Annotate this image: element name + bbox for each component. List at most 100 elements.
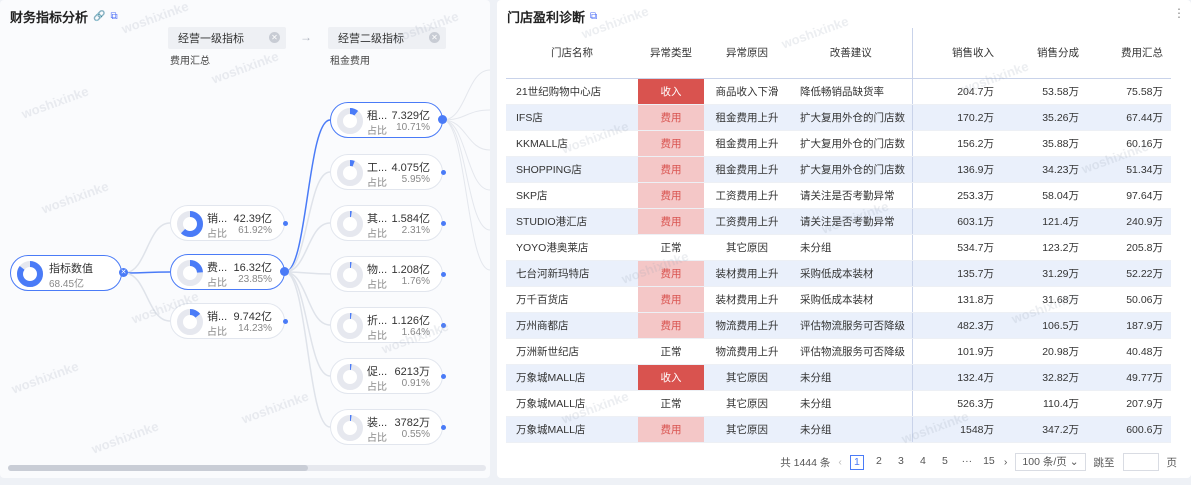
- node-ratio: 23.85%: [238, 274, 272, 285]
- table-row[interactable]: 万千百货店 费用 装材费用上升 采购低成本装材 131.8万 31.68万 50.06万: [506, 286, 1171, 313]
- indicator-node[interactable]: 物... 占比 1.208亿 1.76%: [330, 256, 443, 292]
- node-ratio-label: 占比: [367, 126, 387, 137]
- expand-dot[interactable]: [441, 170, 446, 175]
- tree-link: [123, 272, 171, 322]
- donut-ring: [17, 261, 43, 287]
- horizontal-scrollbar[interactable]: [8, 465, 486, 471]
- jump-page-input[interactable]: [1122, 453, 1159, 471]
- collapse-icon[interactable]: ✕: [119, 268, 128, 277]
- suggestion-cell: 未分组: [790, 416, 913, 443]
- sales-share-cell: 20.98万: [1002, 338, 1087, 365]
- collapse-icon[interactable]: [438, 115, 447, 124]
- prev-page-icon[interactable]: ‹: [838, 456, 842, 468]
- page-number[interactable]: 2: [872, 455, 886, 470]
- table-row[interactable]: SHOPPING店 费用 租金费用上升 扩大复用外仓的门店数 136.9万 34.23万 5…: [506, 156, 1171, 183]
- indicator-node[interactable]: 折... 占比 1.126亿 1.64%: [330, 307, 443, 343]
- node-value: 1.208亿: [391, 264, 430, 276]
- table-row[interactable]: 万洲新世纪店 正常 物流费用上升 评估物流服务可否降级 101.9万 20.98万 40.4…: [506, 338, 1171, 365]
- col-header[interactable]: 异常类型: [638, 28, 704, 79]
- node-ratio: 1.64%: [401, 327, 430, 338]
- table-row[interactable]: 七台河新玛特店 费用 装材费用上升 采购低成本装材 135.7万 31.29万 52.22万: [506, 260, 1171, 287]
- root-node[interactable]: 指标数值 68.45亿: [10, 255, 122, 291]
- indicator-node[interactable]: 装... 占比 3782万 0.55%: [330, 409, 443, 445]
- col-header[interactable]: 门店名称: [506, 28, 638, 79]
- pagination: 共 1444 条 ‹ 1 2 3 4 5 ··· 15 › 100 条/页 ⌄ 跳至 页: [780, 453, 1177, 471]
- indicator-node[interactable]: 费... 占比 16.32亿 23.85%: [170, 254, 285, 290]
- node-name: 促...: [367, 366, 388, 378]
- anomaly-reason-cell: 装材费用上升: [704, 286, 790, 313]
- table-row[interactable]: 21世纪购物中心店 收入 商品收入下滑 降低畅销品缺货率 204.7万 53.58万 75.…: [506, 78, 1171, 105]
- node-ratio-label: 占比: [367, 382, 387, 393]
- expand-dot[interactable]: [441, 221, 446, 226]
- expand-dot[interactable]: [441, 272, 446, 277]
- node-ratio: 0.91%: [401, 378, 430, 389]
- anomaly-type-cell: 费用: [638, 104, 704, 131]
- store-name-cell: 万象城MALL店: [506, 390, 638, 417]
- sales-revenue-cell: 603.1万: [912, 208, 1002, 235]
- node-value: 1.126亿: [391, 315, 430, 327]
- table-row[interactable]: 万象城MALL店 正常 其它原因 未分组 526.3万 110.4万 207.9万: [506, 390, 1171, 417]
- page-size-select[interactable]: 100 条/页 ⌄: [1015, 453, 1086, 471]
- suggestion-cell: 未分组: [790, 234, 913, 261]
- expand-dot[interactable]: [441, 323, 446, 328]
- donut-ring: [337, 211, 363, 237]
- expand-dot[interactable]: [441, 374, 446, 379]
- node-name: 其...: [367, 213, 388, 225]
- page-number[interactable]: ···: [960, 455, 974, 470]
- page-number[interactable]: 15: [982, 455, 996, 470]
- scrollbar-thumb[interactable]: [8, 465, 308, 471]
- anomaly-reason-cell: 其它原因: [704, 390, 790, 417]
- anomaly-type-cell: 费用: [638, 156, 704, 183]
- node-name: 销...: [207, 213, 228, 225]
- expense-total-cell: 205.8万: [1087, 234, 1171, 261]
- table-row[interactable]: 万州商都店 费用 物流费用上升 评估物流服务可否降级 482.3万 106.5万 187.9…: [506, 312, 1171, 339]
- store-name-cell: 21世纪购物中心店: [506, 78, 638, 105]
- indicator-node[interactable]: 销... 占比 42.39亿 61.92%: [170, 205, 285, 241]
- anomaly-type-cell: 费用: [638, 260, 704, 287]
- node-value: 6213万: [394, 366, 430, 378]
- node-ratio-label: 占比: [207, 327, 227, 338]
- page-number[interactable]: 3: [894, 455, 908, 470]
- page-number[interactable]: 4: [916, 455, 930, 470]
- node-ratio-label: 占比: [367, 433, 387, 444]
- anomaly-type-cell: 费用: [638, 286, 704, 313]
- anomaly-type-cell: 正常: [638, 338, 704, 365]
- indicator-node[interactable]: 其... 占比 1.584亿 2.31%: [330, 205, 443, 241]
- table-row[interactable]: IFS店 费用 租金费用上升 扩大复用外仓的门店数 170.2万 35.26万 67.44万: [506, 104, 1171, 131]
- sales-share-cell: 32.82万: [1002, 364, 1087, 391]
- page-number[interactable]: 1: [849, 454, 864, 470]
- expense-total-cell: 60.16万: [1087, 130, 1171, 157]
- anomaly-type-cell: 收入: [638, 364, 704, 391]
- collapse-icon[interactable]: [280, 267, 289, 276]
- col-header[interactable]: 改善建议: [790, 28, 913, 79]
- col-header[interactable]: 异常原因: [704, 28, 790, 79]
- indicator-node[interactable]: 租... 占比 7.329亿 10.71%: [330, 102, 443, 138]
- node-name: 指标数值: [49, 263, 93, 275]
- indicator-node[interactable]: 工... 占比 4.075亿 5.95%: [330, 154, 443, 190]
- next-page-icon[interactable]: ›: [1004, 456, 1008, 468]
- node-ratio-label: 占比: [367, 331, 387, 342]
- table-row[interactable]: STUDIO港汇店 费用 工资费用上升 请关注是否考勤异常 603.1万 121.4万 24…: [506, 208, 1171, 235]
- donut-ring: [337, 313, 363, 339]
- indicator-node[interactable]: 销... 占比 9.742亿 14.23%: [170, 303, 285, 339]
- expand-dot[interactable]: [441, 425, 446, 430]
- page-number[interactable]: 5: [938, 455, 952, 470]
- table-row[interactable]: 万象城MALL店 收入 其它原因 未分组 132.4万 32.82万 49.77万: [506, 364, 1171, 391]
- sales-revenue-cell: 253.3万: [912, 182, 1002, 209]
- indicator-node[interactable]: 促... 占比 6213万 0.91%: [330, 358, 443, 394]
- expense-total-cell: 187.9万: [1087, 312, 1171, 339]
- expand-dot[interactable]: [283, 319, 288, 324]
- expand-dot[interactable]: [283, 221, 288, 226]
- sales-share-cell: 31.29万: [1002, 260, 1087, 287]
- table-row[interactable]: KKMALL店 费用 租金费用上升 扩大复用外仓的门店数 156.2万 35.88万 60.…: [506, 130, 1171, 157]
- more-vertical-icon[interactable]: ⋮: [1173, 6, 1185, 20]
- col-header[interactable]: 费用汇总: [1087, 28, 1171, 79]
- anomaly-reason-cell: 其它原因: [704, 364, 790, 391]
- table-row[interactable]: 万象城MALL店 费用 其它原因 未分组 1548万 347.2万 600.6万: [506, 416, 1171, 443]
- store-profit-panel: 门店盈利诊断 ⧉ ⋮ 门店名称 异常类型 异常原因 改善建议 销售收入 销售分成…: [497, 0, 1191, 478]
- col-header[interactable]: 销售分成: [1002, 28, 1087, 79]
- table-row[interactable]: YOYO港奥莱店 正常 其它原因 未分组 534.7万 123.2万 205.8万: [506, 234, 1171, 261]
- col-header[interactable]: 销售收入: [912, 28, 1002, 79]
- copy-icon[interactable]: ⧉: [590, 11, 597, 22]
- table-row[interactable]: SKP店 费用 工资费用上升 请关注是否考勤异常 253.3万 58.04万 97.64万: [506, 182, 1171, 209]
